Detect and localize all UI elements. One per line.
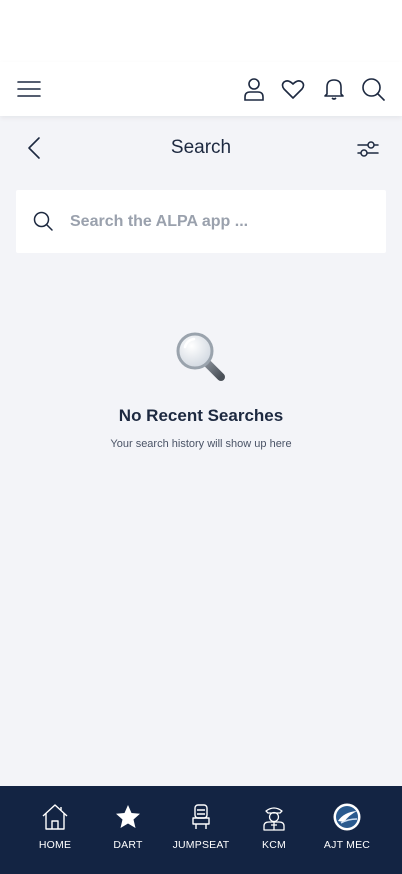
- bottom-navigation: HOME DART JUMPSEAT KCM AJT MEC: [0, 786, 402, 874]
- nav-label-jumpseat: JUMPSEAT: [172, 839, 230, 851]
- pilot-icon: [263, 807, 285, 831]
- nav-item-kcm[interactable]: KCM: [238, 786, 310, 874]
- jumpseat-icon: [192, 804, 210, 829]
- ajt-mec-logo-icon: [333, 803, 361, 831]
- bell-icon[interactable]: [321, 76, 347, 102]
- nav-item-ajt-mec[interactable]: AJT MEC: [311, 786, 383, 874]
- empty-state: No Recent Searches Your search history w…: [0, 330, 402, 450]
- filter-sliders-icon[interactable]: [355, 136, 381, 162]
- empty-state-subtitle: Your search history will show up here: [110, 438, 292, 450]
- home-icon: [42, 804, 68, 830]
- magnifying-glass-icon: [176, 332, 225, 381]
- nav-label-ajt-mec: AJT MEC: [323, 839, 371, 851]
- empty-state-title: No Recent Searches: [118, 406, 284, 425]
- search-icon[interactable]: [360, 76, 386, 102]
- status-bar-area: [0, 0, 402, 62]
- nav-item-jumpseat[interactable]: JUMPSEAT: [165, 786, 237, 874]
- nav-label-home: HOME: [38, 839, 72, 851]
- search-header: Search: [0, 118, 402, 178]
- profile-icon[interactable]: [241, 76, 267, 102]
- top-app-bar: [0, 62, 402, 116]
- nav-label-dart: DART: [113, 839, 143, 851]
- nav-item-home[interactable]: HOME: [19, 786, 91, 874]
- heart-icon[interactable]: [280, 76, 306, 102]
- page-title: Search: [170, 137, 232, 158]
- nav-label-kcm: KCM: [262, 839, 286, 851]
- search-box[interactable]: [16, 190, 386, 253]
- star-icon: [116, 805, 140, 828]
- menu-icon[interactable]: [16, 76, 42, 102]
- search-input[interactable]: [70, 190, 370, 253]
- nav-item-dart[interactable]: DART: [92, 786, 164, 874]
- search-field-icon: [33, 211, 53, 231]
